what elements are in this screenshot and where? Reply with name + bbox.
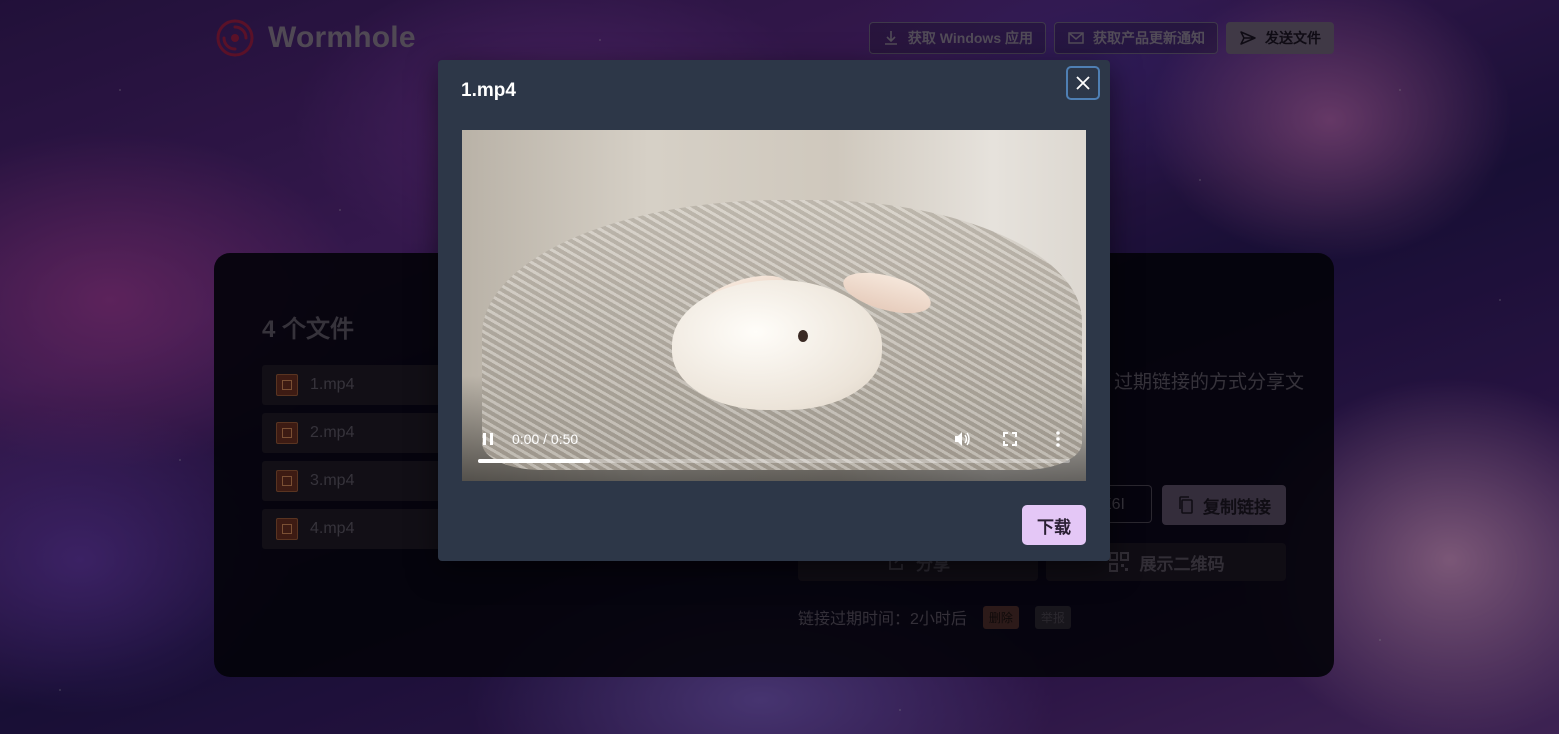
video-progress-bar[interactable]	[478, 459, 1070, 463]
video-player[interactable]: 0:00 / 0:50	[462, 130, 1086, 481]
video-preview-modal: 1.mp4 0:00 / 0:50 下载	[438, 60, 1110, 561]
pause-button[interactable]	[478, 429, 498, 449]
close-button[interactable]	[1066, 66, 1100, 100]
video-progress-fill	[478, 459, 591, 463]
close-icon	[1076, 76, 1090, 90]
more-vertical-icon	[1056, 431, 1060, 447]
fullscreen-icon	[1003, 432, 1017, 446]
more-options-button[interactable]	[1046, 427, 1070, 451]
volume-button[interactable]	[950, 427, 974, 451]
video-time: 0:00 / 0:50	[512, 431, 579, 447]
video-bunny-eye	[798, 330, 808, 342]
fullscreen-button[interactable]	[998, 427, 1022, 451]
video-controls: 0:00 / 0:50	[462, 411, 1086, 481]
video-bunny	[672, 280, 882, 410]
pause-icon	[483, 433, 493, 445]
download-button[interactable]: 下载	[1022, 505, 1086, 545]
modal-title: 1.mp4	[461, 80, 516, 101]
video-controls-row: 0:00 / 0:50	[478, 427, 1070, 451]
volume-icon	[955, 432, 970, 446]
